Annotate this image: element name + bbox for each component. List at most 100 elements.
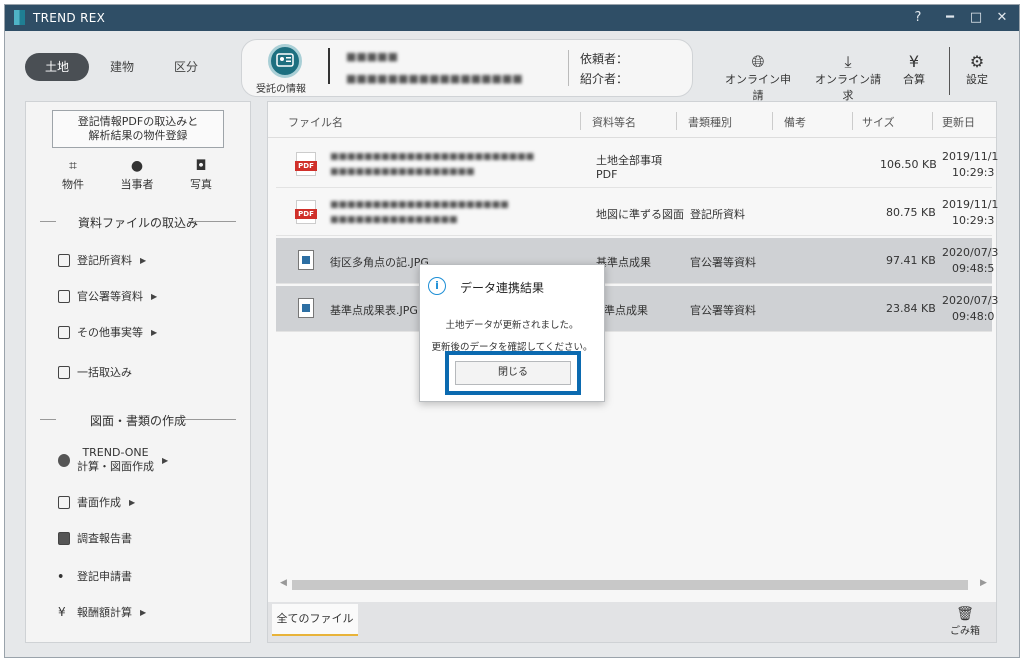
file-icon xyxy=(58,289,70,303)
submenu-arrow-icon: ▶ xyxy=(140,255,147,265)
menu-document-creation-label: 書面作成 xyxy=(77,496,121,509)
card-separator xyxy=(568,50,569,86)
referrer-label: 紹介者： xyxy=(580,72,629,86)
menu-trend-one[interactable]: TREND-ONE 計算・図面作成 ▶ xyxy=(58,446,168,474)
section-create-docs-label: 図面・書類の作成 xyxy=(89,414,186,428)
col-separator xyxy=(772,112,773,130)
combine-button[interactable]: ¥ 合算 xyxy=(899,53,929,87)
section-create-docs-title: 図面・書類の作成 xyxy=(40,412,236,429)
edit-doc-icon xyxy=(58,495,70,509)
client-label: 依頼者： xyxy=(580,52,629,66)
blurred-file-name-line2: ■■■■■■■■■■■■■■■ xyxy=(330,215,458,225)
segment-building[interactable]: 建物 xyxy=(95,53,149,81)
card-label: 受託の情報 xyxy=(256,84,306,95)
table-row[interactable]: 基準点成果表.JPG 準点成果 官公署等資料 23.84 KB 2020/07/… xyxy=(276,286,998,332)
menu-bulk-import[interactable]: 一括取込み xyxy=(58,364,132,380)
tab-all-files[interactable]: 全てのファイル xyxy=(272,604,358,636)
app-title: TREND REX xyxy=(33,11,106,25)
updated-time: 10:29:3 xyxy=(952,214,995,227)
trend-one-icon xyxy=(58,453,70,467)
menu-survey-report[interactable]: 調査報告書 xyxy=(58,530,132,546)
blurred-address: ■■■■■■■■■■■■■■■■■ xyxy=(346,72,523,85)
menu-bulk-import-label: 一括取込み xyxy=(77,366,132,379)
file-name: 基準点成果表.JPG xyxy=(330,304,418,317)
menu-registration-application[interactable]: ꔷ 登記申請書 xyxy=(58,568,132,584)
table-row[interactable]: ■■■■■■■■■■■■■■■■■■■■■ ■■■■■■■■■■■■■■■ 地図… xyxy=(276,190,998,236)
minimize-button[interactable]: ━ xyxy=(939,8,961,28)
photo-button[interactable]: ◘ 写真 xyxy=(176,158,226,192)
app-logo-icon xyxy=(14,10,25,25)
party-button[interactable]: ● 当事者 xyxy=(112,158,162,192)
app-window: TREND REX ? ━ □ ✕ 土地 建物 区分 受託の情報 ■■■■■ ■… xyxy=(4,4,1020,658)
camera-icon: ◘ xyxy=(195,158,207,174)
help-button[interactable]: ? xyxy=(907,8,929,28)
updated-time: 10:29:3 xyxy=(952,166,995,179)
doc-type: 登記所資料 xyxy=(690,208,745,221)
commission-info-card[interactable]: 受託の情報 ■■■■■ ■■■■■■■■■■■■■■■■■ 依頼者： 紹介者： xyxy=(241,39,693,97)
menu-fee-calculation-label: 報酬額計算 xyxy=(77,606,132,619)
people-icon: ꔷ xyxy=(58,569,64,583)
import-pdf-button[interactable]: 登記情報PDFの取込みと 解析結果の物件登録 xyxy=(52,110,224,148)
col-size[interactable]: サイズ xyxy=(862,114,895,130)
title-bar: TREND REX ? ━ □ ✕ xyxy=(5,5,1019,31)
menu-public-office-docs[interactable]: 官公署等資料 ▶ xyxy=(58,288,157,304)
online-application-button[interactable]: 🌐︎ オンライン申請 xyxy=(725,53,791,103)
property-button[interactable]: ⌗ 物件 xyxy=(48,158,98,192)
menu-fee-calculation[interactable]: ¥ 報酬額計算 ▶ xyxy=(58,604,146,620)
pdf-file-icon xyxy=(295,200,317,224)
file-size: 80.75 KB xyxy=(886,206,936,219)
segment-unit[interactable]: 区分 xyxy=(159,53,213,81)
trash-button[interactable]: 🗑︎ ごみ箱 xyxy=(950,606,980,637)
sidebar: 登記情報PDFの取込みと 解析結果の物件登録 ⌗ 物件 ● 当事者 ◘ 写真 資… xyxy=(25,101,251,643)
col-doc-name[interactable]: 資料等名 xyxy=(592,114,636,130)
online-request-button[interactable]: ⤓ オンライン請求 xyxy=(813,53,883,103)
col-updated[interactable]: 更新日 xyxy=(942,114,975,130)
col-doc-type[interactable]: 書類種別 xyxy=(688,114,732,130)
maximize-button[interactable]: □ xyxy=(965,8,987,28)
trend-one-label: TREND-ONE 計算・図面作成 xyxy=(77,446,154,474)
id-card-icon xyxy=(268,44,302,78)
menu-other-facts[interactable]: その他事実等 ▶ xyxy=(58,324,157,340)
property-icon: ⌗ xyxy=(69,158,77,174)
col-separator xyxy=(676,112,677,130)
file-list-panel: ファイル名 資料等名 書類種別 備考 サイズ 更新日 ■■■■■■■■■■■■■… xyxy=(267,101,998,643)
trend-one-line2: 計算・図面作成 xyxy=(77,460,154,473)
trend-one-line1: TREND-ONE xyxy=(82,446,149,459)
pdf-file-icon xyxy=(295,152,317,176)
table-row[interactable]: 街区多角点の記.JPG 基準点成果 官公署等資料 97.41 KB 2020/0… xyxy=(276,238,998,284)
col-file-name[interactable]: ファイル名 xyxy=(288,114,343,130)
close-button-highlight: 閉じる xyxy=(445,351,581,395)
blurred-client-name: ■■■■■ xyxy=(346,50,398,63)
scroll-left-icon[interactable]: ◀ xyxy=(280,578,287,588)
updated-time: 09:48:5 xyxy=(952,262,995,275)
import-pdf-label-line1: 登記情報PDFの取込みと xyxy=(77,115,199,128)
settings-label: 設定 xyxy=(966,73,988,86)
submenu-arrow-icon: ▶ xyxy=(129,497,136,507)
image-file-icon xyxy=(298,250,314,270)
doc-name-line2: PDF xyxy=(596,168,618,181)
close-window-button[interactable]: ✕ xyxy=(991,8,1013,28)
table-row[interactable]: ■■■■■■■■■■■■■■■■■■■■■■■■ ■■■■■■■■■■■■■■■… xyxy=(276,142,998,188)
scroll-right-icon[interactable]: ▶ xyxy=(980,578,987,588)
trash-label: ごみ箱 xyxy=(950,626,980,637)
col-separator xyxy=(580,112,581,130)
menu-registry-docs[interactable]: 登記所資料 ▶ xyxy=(58,252,146,268)
dialog-close-button[interactable]: 閉じる xyxy=(455,361,571,385)
menu-document-creation[interactable]: 書面作成 ▶ xyxy=(58,494,135,510)
col-notes[interactable]: 備考 xyxy=(784,114,806,130)
horizontal-scrollbar[interactable]: ◀ ▶ xyxy=(278,578,990,592)
person-icon: ● xyxy=(130,158,144,174)
download-icon: ⤓ xyxy=(844,52,852,71)
segment-land[interactable]: 土地 xyxy=(25,53,89,81)
file-size: 97.41 KB xyxy=(886,254,936,267)
scrollbar-thumb[interactable] xyxy=(292,580,968,590)
table-header: ファイル名 資料等名 書類種別 備考 サイズ 更新日 xyxy=(268,102,996,138)
menu-registration-application-label: 登記申請書 xyxy=(77,570,132,583)
submenu-arrow-icon: ▶ xyxy=(162,455,169,465)
globe-icon: 🌐︎ xyxy=(751,52,765,71)
settings-button[interactable]: ⚙ 設定 xyxy=(959,53,995,87)
party-label: 当事者 xyxy=(120,178,154,191)
data-link-result-dialog: i データ連携結果 土地データが更新されました。 更新後のデータを確認してくださ… xyxy=(419,264,605,402)
yen-icon: ¥ xyxy=(908,52,920,71)
dialog-title: データ連携結果 xyxy=(460,281,545,295)
